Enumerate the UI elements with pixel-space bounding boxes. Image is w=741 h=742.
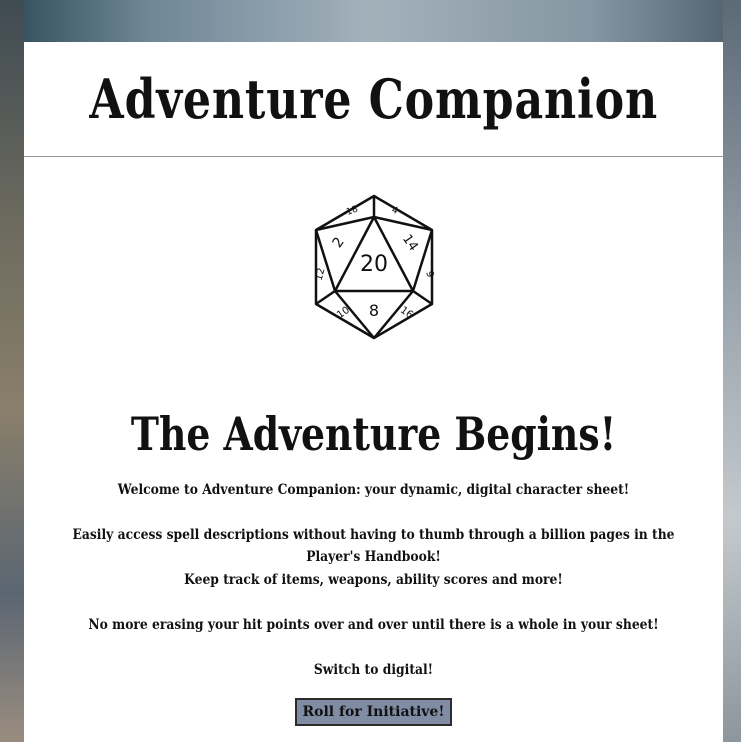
- die-face-12: 12: [313, 267, 327, 282]
- intro-line: Keep track of items, weapons, ability sc…: [184, 572, 563, 588]
- die-face-20: 20: [360, 252, 388, 277]
- hero-headline: The Adventure Begins!: [130, 407, 617, 461]
- intro-line: Switch to digital!: [313, 662, 434, 678]
- intro-line: Welcome to Adventure Companion: your dyn…: [117, 482, 630, 498]
- background-scenery-top: [0, 0, 741, 42]
- background-scenery-left: [0, 0, 24, 742]
- background-scenery-right: [723, 0, 741, 742]
- die-face-9: 9: [423, 270, 435, 279]
- main-card: Adventure Companion 20 2 14 8 18 4 12 9 …: [24, 42, 723, 742]
- site-header: Adventure Companion: [24, 42, 723, 157]
- intro-line: Easily access spell descriptions without…: [72, 527, 675, 565]
- die-face-2: 2: [329, 234, 347, 250]
- intro-line: No more erasing your hit points over and…: [88, 617, 659, 633]
- site-title: Adventure Companion: [89, 67, 658, 131]
- die-face-8: 8: [368, 301, 378, 320]
- d20-die-icon: 20 2 14 8 18 4 12 9 10 16: [313, 194, 435, 340]
- die-face-14: 14: [398, 232, 420, 254]
- intro-text: Welcome to Adventure Companion: your dyn…: [24, 479, 723, 704]
